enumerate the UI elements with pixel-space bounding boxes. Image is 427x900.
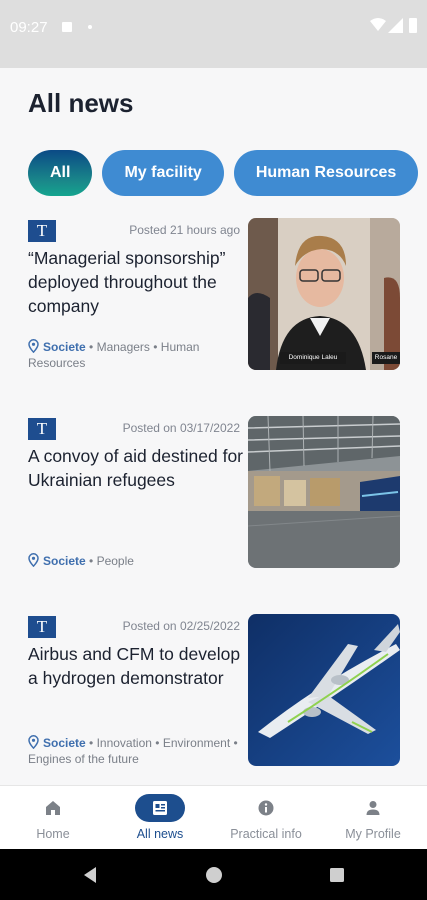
status-bar: 09:27 [0, 0, 427, 68]
recents-icon[interactable] [329, 867, 345, 883]
thumb-caption-left: Dominique Laleu [288, 354, 338, 361]
news-icon [153, 801, 167, 815]
filter-chip-all[interactable]: All [28, 150, 93, 196]
back-icon[interactable] [82, 866, 98, 884]
location-pin-icon [28, 339, 39, 353]
notification-icon [62, 22, 72, 32]
nav-label: All news [136, 827, 184, 841]
news-tags: Societe • Innovation • Environment • Eng… [28, 735, 244, 767]
info-icon [258, 800, 274, 816]
nav-practical-info[interactable]: Practical info [213, 786, 319, 850]
news-thumbnail [248, 416, 400, 568]
news-card[interactable]: T Posted on 02/25/2022 Airbus and CFM to… [28, 614, 400, 766]
news-tags: Societe • People [28, 553, 244, 569]
posted-date: Posted on 02/25/2022 [122, 619, 240, 633]
thumb-caption-right: Rosane [374, 354, 398, 361]
wifi-icon [370, 18, 386, 31]
status-time: 09:27 [10, 19, 48, 36]
nav-my-profile[interactable]: My Profile [320, 786, 426, 850]
news-source: Societe [43, 554, 86, 568]
source-logo: T [28, 418, 56, 440]
news-headline: “Managerial sponsorship” deployed throug… [28, 248, 226, 316]
source-logo: T [28, 220, 56, 242]
news-headline: A convoy of aid destined for Ukrainian r… [28, 446, 243, 490]
bottom-navigation: Home All news Practical info My Profile [0, 785, 427, 849]
news-source: Societe [43, 736, 86, 750]
posted-date: Posted 21 hours ago [129, 223, 240, 237]
home-icon [46, 801, 60, 815]
notification-dot-icon [88, 25, 92, 29]
nav-label: Home [36, 827, 70, 841]
nav-all-news[interactable]: All news [107, 786, 213, 850]
filter-chips: All My facility Human Resources [28, 150, 427, 198]
news-thumbnail: Dominique Laleu Rosane [248, 218, 400, 370]
news-tag-list: • People [89, 554, 134, 568]
nav-home[interactable]: Home [0, 786, 106, 850]
news-card[interactable]: T Posted on 03/17/2022 A convoy of aid d… [28, 416, 400, 568]
page-title: All news [28, 88, 134, 118]
home-circle-icon[interactable] [205, 866, 223, 884]
news-thumbnail [248, 614, 400, 766]
news-tags: Societe • Managers • Human Resources [28, 339, 244, 371]
signal-icon [388, 18, 403, 33]
battery-icon [409, 18, 417, 33]
location-pin-icon [28, 553, 39, 567]
filter-chip-my-facility[interactable]: My facility [102, 150, 224, 196]
filter-chip-human-resources[interactable]: Human Resources [233, 150, 419, 196]
nav-label: My Profile [345, 827, 401, 841]
posted-date: Posted on 03/17/2022 [122, 421, 240, 435]
source-logo: T [28, 616, 56, 638]
news-headline: Airbus and CFM to develop a hydrogen dem… [28, 644, 241, 688]
news-source: Societe [43, 340, 86, 354]
nav-label: Practical info [230, 827, 302, 841]
profile-icon [366, 801, 380, 815]
location-pin-icon [28, 735, 39, 749]
news-card[interactable]: T Posted 21 hours ago “Managerial sponso… [28, 218, 400, 370]
system-navigation-bar [0, 849, 427, 900]
